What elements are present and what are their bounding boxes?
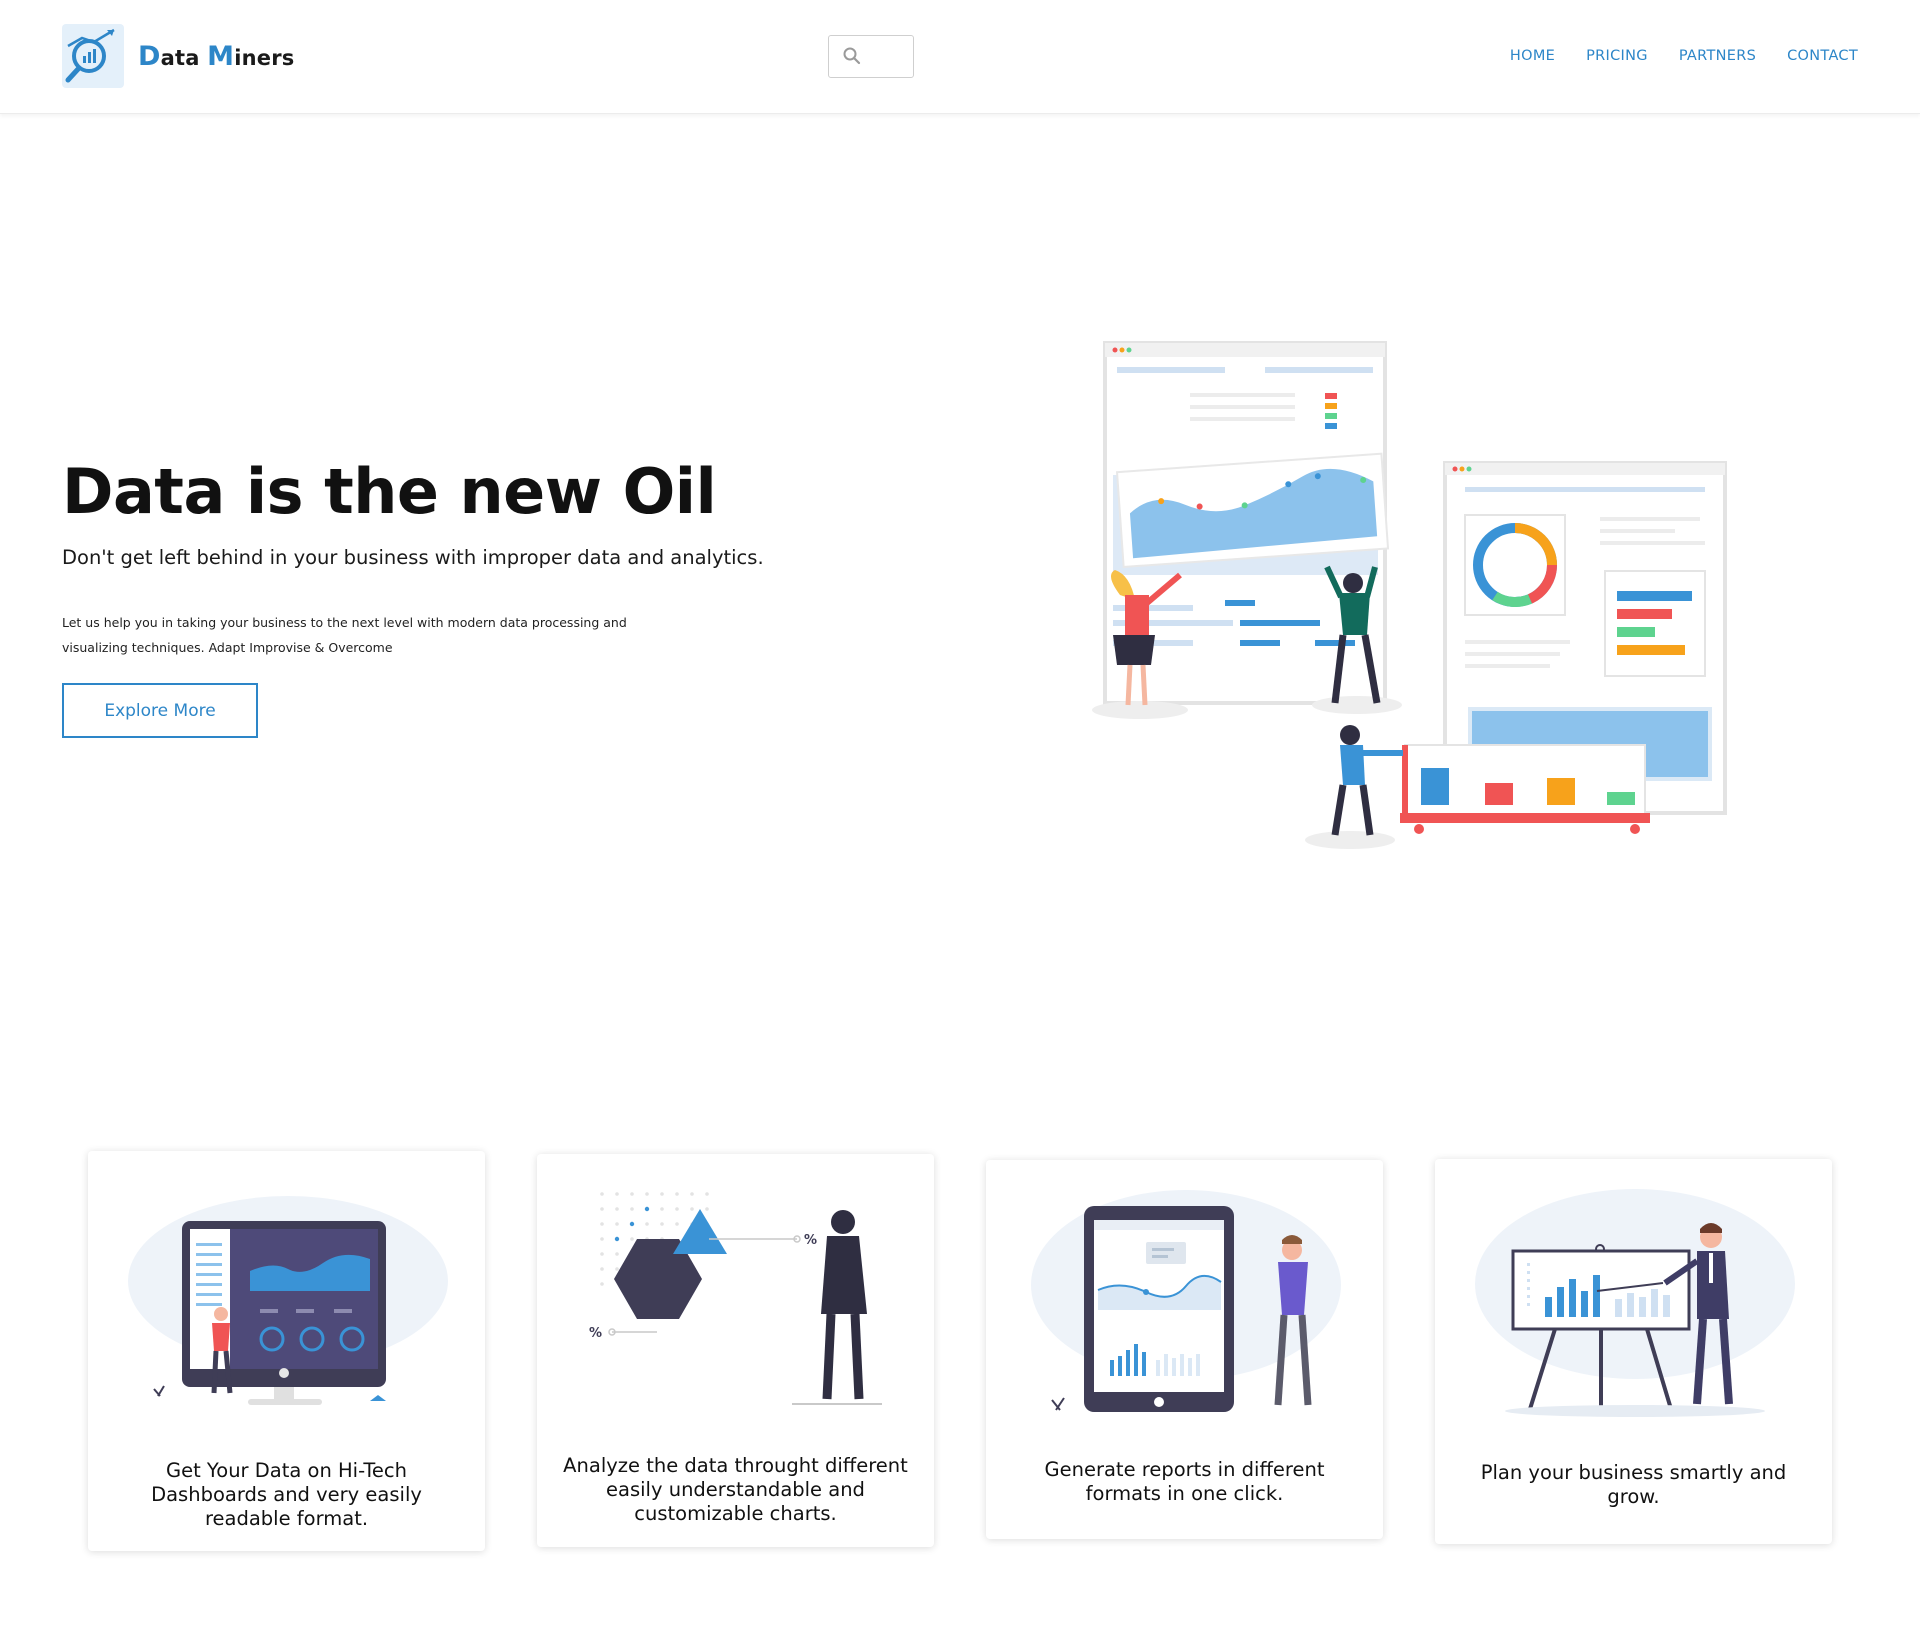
feature-text-reports: Generate reports in different formats in…: [1000, 1458, 1369, 1506]
brand-rest-iners: iners: [234, 45, 295, 70]
feature-text-line: Plan your business smartly and: [1480, 1461, 1787, 1484]
feature-text-charts: Analyze the data throught different easi…: [551, 1454, 920, 1526]
feature-text-line: readable format.: [204, 1507, 369, 1530]
hero-description: Let us help you in taking your business …: [62, 610, 682, 660]
feature-card-reports: Generate reports in different formats in…: [986, 1160, 1383, 1539]
svg-text:%: %: [589, 1326, 602, 1341]
site-header: Data Miners HOME PRICING PARTNERS CONTAC…: [0, 0, 1920, 114]
feature-text-line: Dashboards and very easily: [151, 1483, 422, 1506]
nav-contact[interactable]: CONTACT: [1787, 48, 1858, 64]
presentation-board-illustration: [1475, 1189, 1795, 1417]
search-box: [828, 35, 914, 78]
hero-title: Data is the new Oil: [62, 455, 717, 528]
hero-subtitle: Don't get left behind in your business w…: [62, 546, 764, 569]
brand-logo[interactable]: Data Miners: [62, 24, 294, 88]
nav-home[interactable]: HOME: [1510, 48, 1555, 64]
tablet-report-illustration: [1031, 1190, 1341, 1412]
feature-text-line: grow.: [1607, 1485, 1660, 1508]
feature-text-dashboards: Get Your Data on Hi-Tech Dashboards and …: [102, 1459, 471, 1531]
magnifier-chart-logo-icon: [62, 24, 124, 88]
brand-initial-m: M: [207, 40, 235, 72]
explore-more-button[interactable]: Explore More: [62, 683, 258, 738]
hero-description-line-1: Let us help you in taking your business …: [62, 615, 627, 630]
feature-text-planning: Plan your business smartly and grow.: [1449, 1461, 1818, 1509]
feature-text-line: Analyze the data throught different: [563, 1454, 908, 1477]
feature-card-planning: Plan your business smartly and grow.: [1435, 1159, 1832, 1544]
feature-card-dashboards: Get Your Data on Hi-Tech Dashboards and …: [88, 1151, 485, 1551]
main-nav: HOME PRICING PARTNERS CONTACT: [1510, 48, 1858, 64]
feature-text-line: easily understandable and: [606, 1478, 865, 1501]
nav-pricing[interactable]: PRICING: [1586, 48, 1648, 64]
analytics-team-dashboards-illustration: [1092, 341, 1727, 849]
feature-card-charts: % % Analyze the data throught different …: [537, 1154, 934, 1547]
dashboard-monitor-illustration: [128, 1196, 448, 1405]
feature-text-line: Generate reports in different: [1044, 1458, 1325, 1481]
brand-initial-d: D: [138, 40, 161, 72]
chart-shapes-illustration: % %: [589, 1192, 882, 1405]
feature-text-line: customizable charts.: [634, 1502, 837, 1525]
search-input[interactable]: [829, 36, 913, 77]
hero-description-line-2: visualizing techniques. Adapt Improvise …: [62, 640, 393, 655]
brand-name: Data Miners: [138, 41, 294, 72]
svg-text:%: %: [804, 1233, 817, 1248]
nav-partners[interactable]: PARTNERS: [1679, 48, 1756, 64]
feature-text-line: formats in one click.: [1085, 1482, 1284, 1505]
feature-text-line: Get Your Data on Hi-Tech: [165, 1459, 408, 1482]
brand-rest-ata: ata: [160, 45, 200, 70]
